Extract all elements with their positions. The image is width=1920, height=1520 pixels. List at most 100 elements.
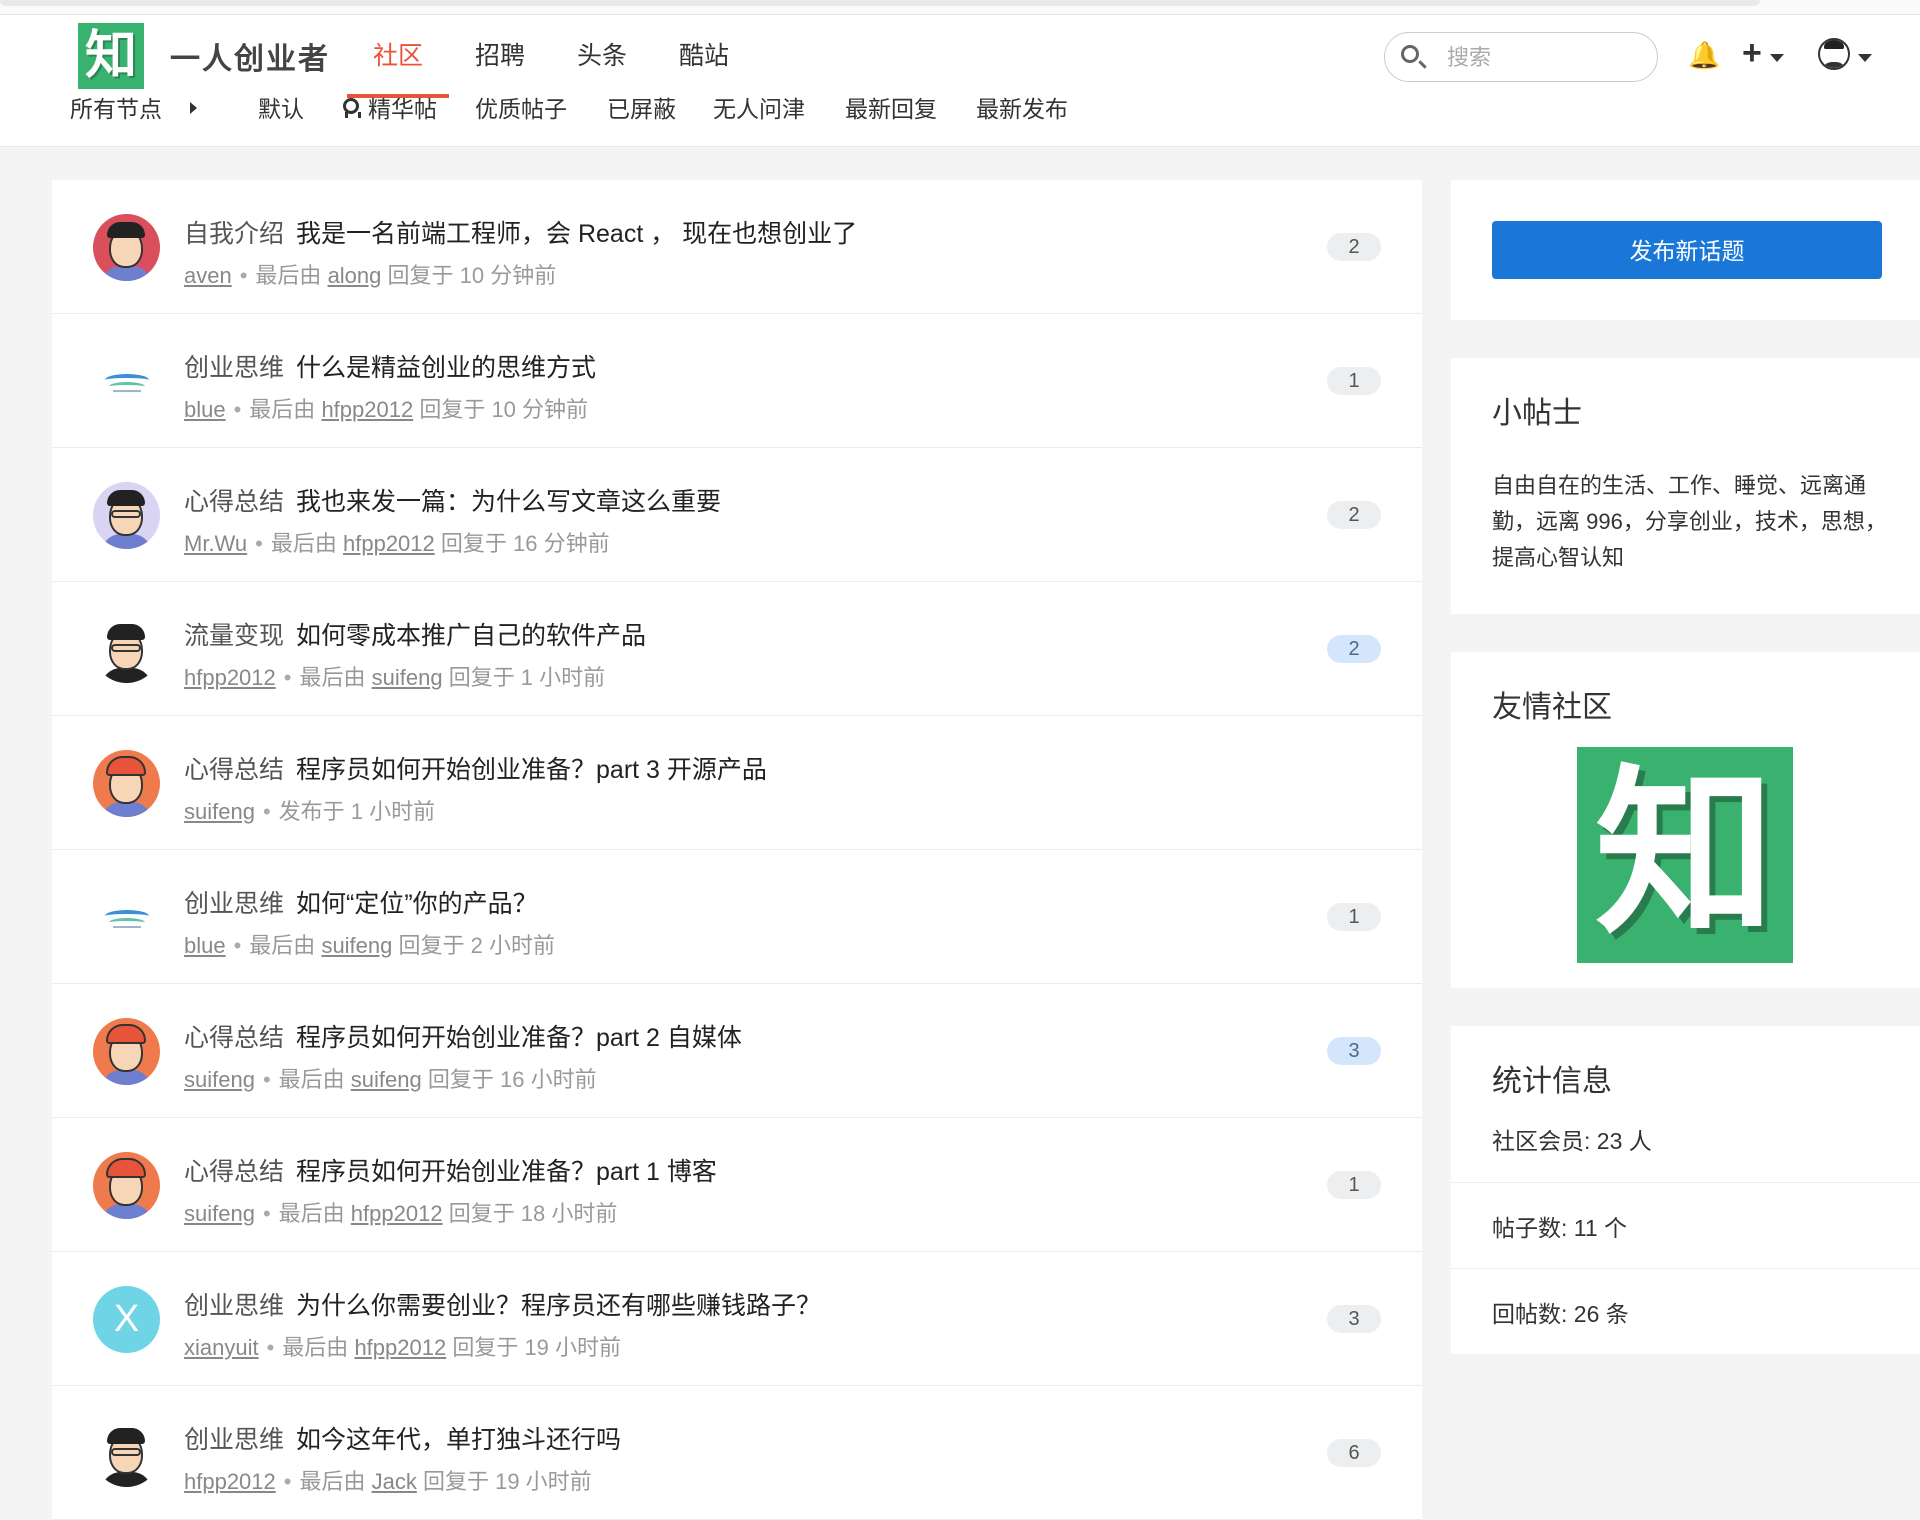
reply-count-badge[interactable]: 1 xyxy=(1327,1171,1381,1199)
reply-count-badge[interactable]: 1 xyxy=(1327,903,1381,931)
avatar[interactable] xyxy=(93,1018,160,1085)
topic-row[interactable]: 心得总结 我也来发一篇：为什么写文章这么重要 Mr.Wu • 最后由 hfpp2012… xyxy=(52,448,1422,582)
site-logo[interactable]: 知 xyxy=(78,23,144,89)
tab-latest-post[interactable]: 最新发布 xyxy=(976,98,1068,121)
topic-author[interactable]: hfpp2012 xyxy=(184,1469,276,1494)
topic-author[interactable]: blue xyxy=(184,933,226,958)
topic-row[interactable]: 心得总结 程序员如何开始创业准备？part 3 开源产品 suifeng • 发布于 … xyxy=(52,716,1422,850)
stats-panel: 统计信息 社区会员: 23 人 帖子数: 11 个 回帖数: 26 条 xyxy=(1451,1026,1920,1354)
horizontal-scrollbar[interactable] xyxy=(0,0,1760,6)
nav-jobs[interactable]: 招聘 xyxy=(449,36,551,96)
all-nodes-dropdown[interactable]: 所有节点 xyxy=(70,98,162,121)
topic-author[interactable]: suifeng xyxy=(184,1067,255,1092)
tab-quality[interactable]: 优质帖子 xyxy=(475,98,567,121)
topic-row[interactable]: 自我介绍 我是一名前端工程师，会 React ， 现在也想创业了 aven • 最后由… xyxy=(52,180,1422,314)
topic-row[interactable]: 创业思维 什么是精益创业的思维方式 blue • 最后由 hfpp2012 回复于 1… xyxy=(52,314,1422,448)
topic-author[interactable]: blue xyxy=(184,397,226,422)
topic-author[interactable]: Mr.Wu xyxy=(184,531,247,556)
avatar[interactable] xyxy=(93,884,160,951)
last-replier[interactable]: hfpp2012 xyxy=(343,531,435,556)
topic-title[interactable]: 为什么你需要创业？程序员还有哪些赚钱路子？ xyxy=(296,1292,821,1320)
chevron-down-icon[interactable] xyxy=(1858,54,1872,62)
reply-count-badge[interactable]: 2 xyxy=(1327,635,1381,663)
reply-count-badge[interactable]: 2 xyxy=(1327,233,1381,261)
award-icon xyxy=(342,98,361,120)
top-navbar: 知 一人创业者 社区 招聘 头条 酷站 🔔 + xyxy=(0,0,1920,99)
topic-node[interactable]: 心得总结 xyxy=(184,1158,284,1186)
last-replier[interactable]: hfpp2012 xyxy=(321,397,413,422)
topic-node[interactable]: 创业思维 xyxy=(184,890,284,918)
reply-prefix: 最后由 xyxy=(278,1201,345,1226)
last-replier[interactable]: suifeng xyxy=(351,1067,422,1092)
topic-title[interactable]: 我也来发一篇：为什么写文章这么重要 xyxy=(296,488,721,516)
reply-count-badge[interactable]: 6 xyxy=(1327,1439,1381,1467)
nav-cool-sites[interactable]: 酷站 xyxy=(653,36,755,96)
avatar[interactable] xyxy=(93,1420,160,1487)
topic-title[interactable]: 如何零成本推广自己的软件产品 xyxy=(296,622,646,650)
last-replier[interactable]: hfpp2012 xyxy=(354,1335,446,1360)
avatar[interactable] xyxy=(93,1152,160,1219)
topic-node[interactable]: 心得总结 xyxy=(184,488,284,516)
topic-title[interactable]: 程序员如何开始创业准备？part 1 博客 xyxy=(296,1158,717,1186)
topic-author[interactable]: suifeng xyxy=(184,799,255,824)
reply-count-badge[interactable]: 3 xyxy=(1327,1037,1381,1065)
topic-author[interactable]: hfpp2012 xyxy=(184,665,276,690)
caret-right-icon[interactable] xyxy=(190,102,197,114)
search-input[interactable] xyxy=(1445,41,1639,75)
last-replier[interactable]: Jack xyxy=(372,1469,417,1494)
avatar[interactable]: X xyxy=(93,1286,160,1353)
friend-site-logo[interactable]: 知 xyxy=(1577,747,1793,963)
topic-title[interactable]: 程序员如何开始创业准备？part 3 开源产品 xyxy=(296,756,767,784)
reply-count-badge[interactable]: 2 xyxy=(1327,501,1381,529)
avatar[interactable] xyxy=(93,214,160,281)
reply-count-badge[interactable]: 1 xyxy=(1327,367,1381,395)
bell-icon[interactable]: 🔔 xyxy=(1688,40,1720,71)
chevron-down-icon[interactable] xyxy=(1770,54,1784,62)
topic-node[interactable]: 创业思维 xyxy=(184,1292,284,1320)
topic-title[interactable]: 我是一名前端工程师，会 React ， 现在也想创业了 xyxy=(296,220,857,248)
last-replier[interactable]: suifeng xyxy=(321,933,392,958)
topic-row[interactable]: 心得总结 程序员如何开始创业准备？part 2 自媒体 suifeng • 最后由 s… xyxy=(52,984,1422,1118)
topic-node[interactable]: 心得总结 xyxy=(184,756,284,784)
avatar[interactable] xyxy=(93,348,160,415)
topic-node[interactable]: 创业思维 xyxy=(184,1426,284,1454)
topic-title[interactable]: 什么是精益创业的思维方式 xyxy=(296,354,596,382)
topic-row[interactable]: X 创业思维 为什么你需要创业？程序员还有哪些赚钱路子？ xianyuit • 最后由… xyxy=(52,1252,1422,1386)
topic-node[interactable]: 心得总结 xyxy=(184,1024,284,1052)
topic-row[interactable]: 创业思维 如今这年代，单打独斗还行吗 hfpp2012 • 最后由 Jack 回复于 … xyxy=(52,1386,1422,1520)
topic-title[interactable]: 程序员如何开始创业准备？part 2 自媒体 xyxy=(296,1024,742,1052)
topic-row[interactable]: 创业思维 如何“定位”你的产品？ blue • 最后由 suifeng 回复于 2 小… xyxy=(52,850,1422,984)
last-replier[interactable]: along xyxy=(328,263,382,288)
tab-default[interactable]: 默认 xyxy=(258,98,304,121)
user-avatar[interactable] xyxy=(1818,38,1850,70)
reply-time: 回复于 2 小时前 xyxy=(398,933,555,958)
topic-author[interactable]: aven xyxy=(184,263,232,288)
plus-icon[interactable]: + xyxy=(1742,34,1762,73)
avatar[interactable] xyxy=(93,482,160,549)
reply-time: 回复于 16 分钟前 xyxy=(440,531,610,556)
tab-featured[interactable]: 精华帖 xyxy=(368,98,437,121)
tab-no-reply[interactable]: 无人问津 xyxy=(713,98,805,121)
topic-title[interactable]: 如今这年代，单打独斗还行吗 xyxy=(296,1426,621,1454)
new-topic-button[interactable]: 发布新话题 xyxy=(1492,221,1882,279)
topic-node[interactable]: 流量变现 xyxy=(184,622,284,650)
friends-panel: 友情社区 知 xyxy=(1451,652,1920,988)
avatar[interactable] xyxy=(93,616,160,683)
topic-title[interactable]: 如何“定位”你的产品？ xyxy=(296,890,538,918)
avatar[interactable] xyxy=(93,750,160,817)
last-replier[interactable]: suifeng xyxy=(372,665,443,690)
topic-node[interactable]: 自我介绍 xyxy=(184,220,284,248)
topic-row[interactable]: 流量变现 如何零成本推广自己的软件产品 hfpp2012 • 最后由 suifeng … xyxy=(52,582,1422,716)
search-box[interactable] xyxy=(1384,32,1658,82)
tab-blocked[interactable]: 已屏蔽 xyxy=(607,98,676,121)
topic-node[interactable]: 创业思维 xyxy=(184,354,284,382)
topic-row[interactable]: 心得总结 程序员如何开始创业准备？part 1 博客 suifeng • 最后由 hf… xyxy=(52,1118,1422,1252)
last-replier[interactable]: hfpp2012 xyxy=(351,1201,443,1226)
tab-latest-reply[interactable]: 最新回复 xyxy=(845,98,937,121)
reply-count-badge[interactable]: 3 xyxy=(1327,1305,1381,1333)
nav-community[interactable]: 社区 xyxy=(347,36,449,99)
topic-author[interactable]: xianyuit xyxy=(184,1335,259,1360)
site-brand[interactable]: 一人创业者 xyxy=(170,34,330,78)
nav-headlines[interactable]: 头条 xyxy=(551,36,653,96)
topic-author[interactable]: suifeng xyxy=(184,1201,255,1226)
